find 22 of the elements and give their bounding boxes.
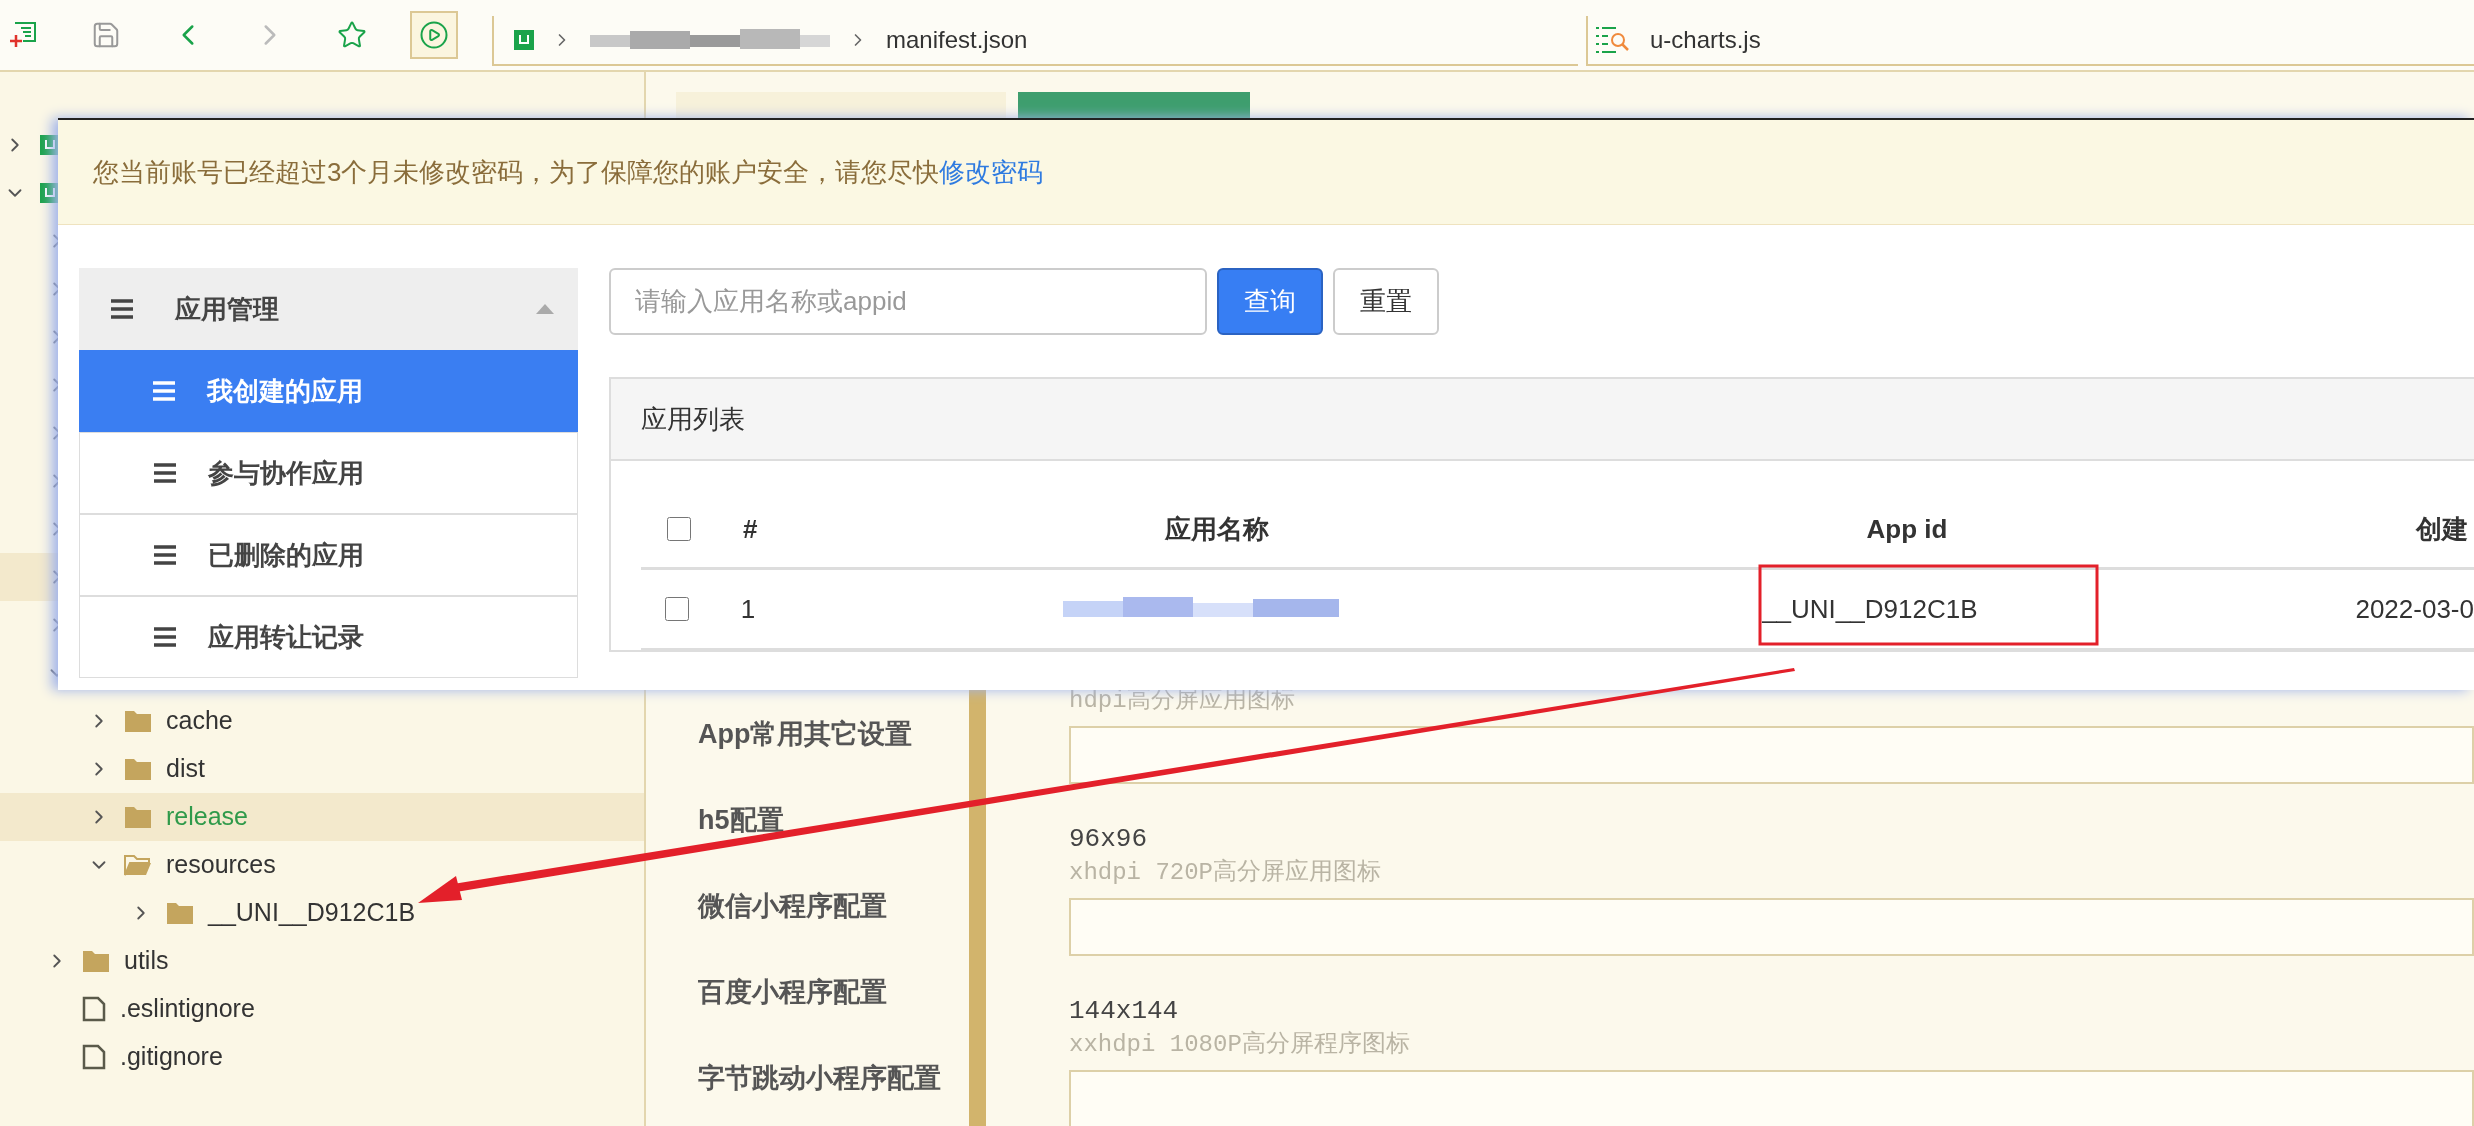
tree-label: utils xyxy=(124,945,169,977)
column-header: 创建 xyxy=(2414,512,2468,546)
field-hint: xxhdpi 1080P高分屏程序图标 xyxy=(1069,1029,1411,1060)
tree-label: dist xyxy=(166,753,205,785)
icon-size-label: 96x96 xyxy=(1069,823,1148,856)
tree-label: resources xyxy=(166,849,276,881)
tree-label: cache xyxy=(166,705,233,737)
column-header: # xyxy=(742,512,759,546)
table-cell-text: __UNI__D912C1B xyxy=(1762,592,1978,626)
tree-label: __UNI__D912C1B xyxy=(208,897,416,929)
panel-title: 应用列表 xyxy=(641,402,745,436)
table-cell-text: 1 xyxy=(739,592,757,626)
column-header: App id xyxy=(1865,512,1949,546)
column-header: 应用名称 xyxy=(1164,512,1270,546)
tree-label: .eslintignore xyxy=(120,993,255,1025)
tree-label: release xyxy=(166,801,248,833)
field-hint: xhdpi 720P高分屏应用图标 xyxy=(1069,857,1383,888)
notice-text: 您当前账号已经超过3个月未修改密码，为了保障您的账户安全，请您尽快修改密码 xyxy=(93,155,1044,189)
menu-title: 应用管理 xyxy=(175,292,279,326)
icon-size-label: 144x144 xyxy=(1069,995,1180,1028)
table-cell-text: 2022-03-0 xyxy=(2354,592,2474,626)
tree-label: .gitignore xyxy=(120,1041,223,1073)
